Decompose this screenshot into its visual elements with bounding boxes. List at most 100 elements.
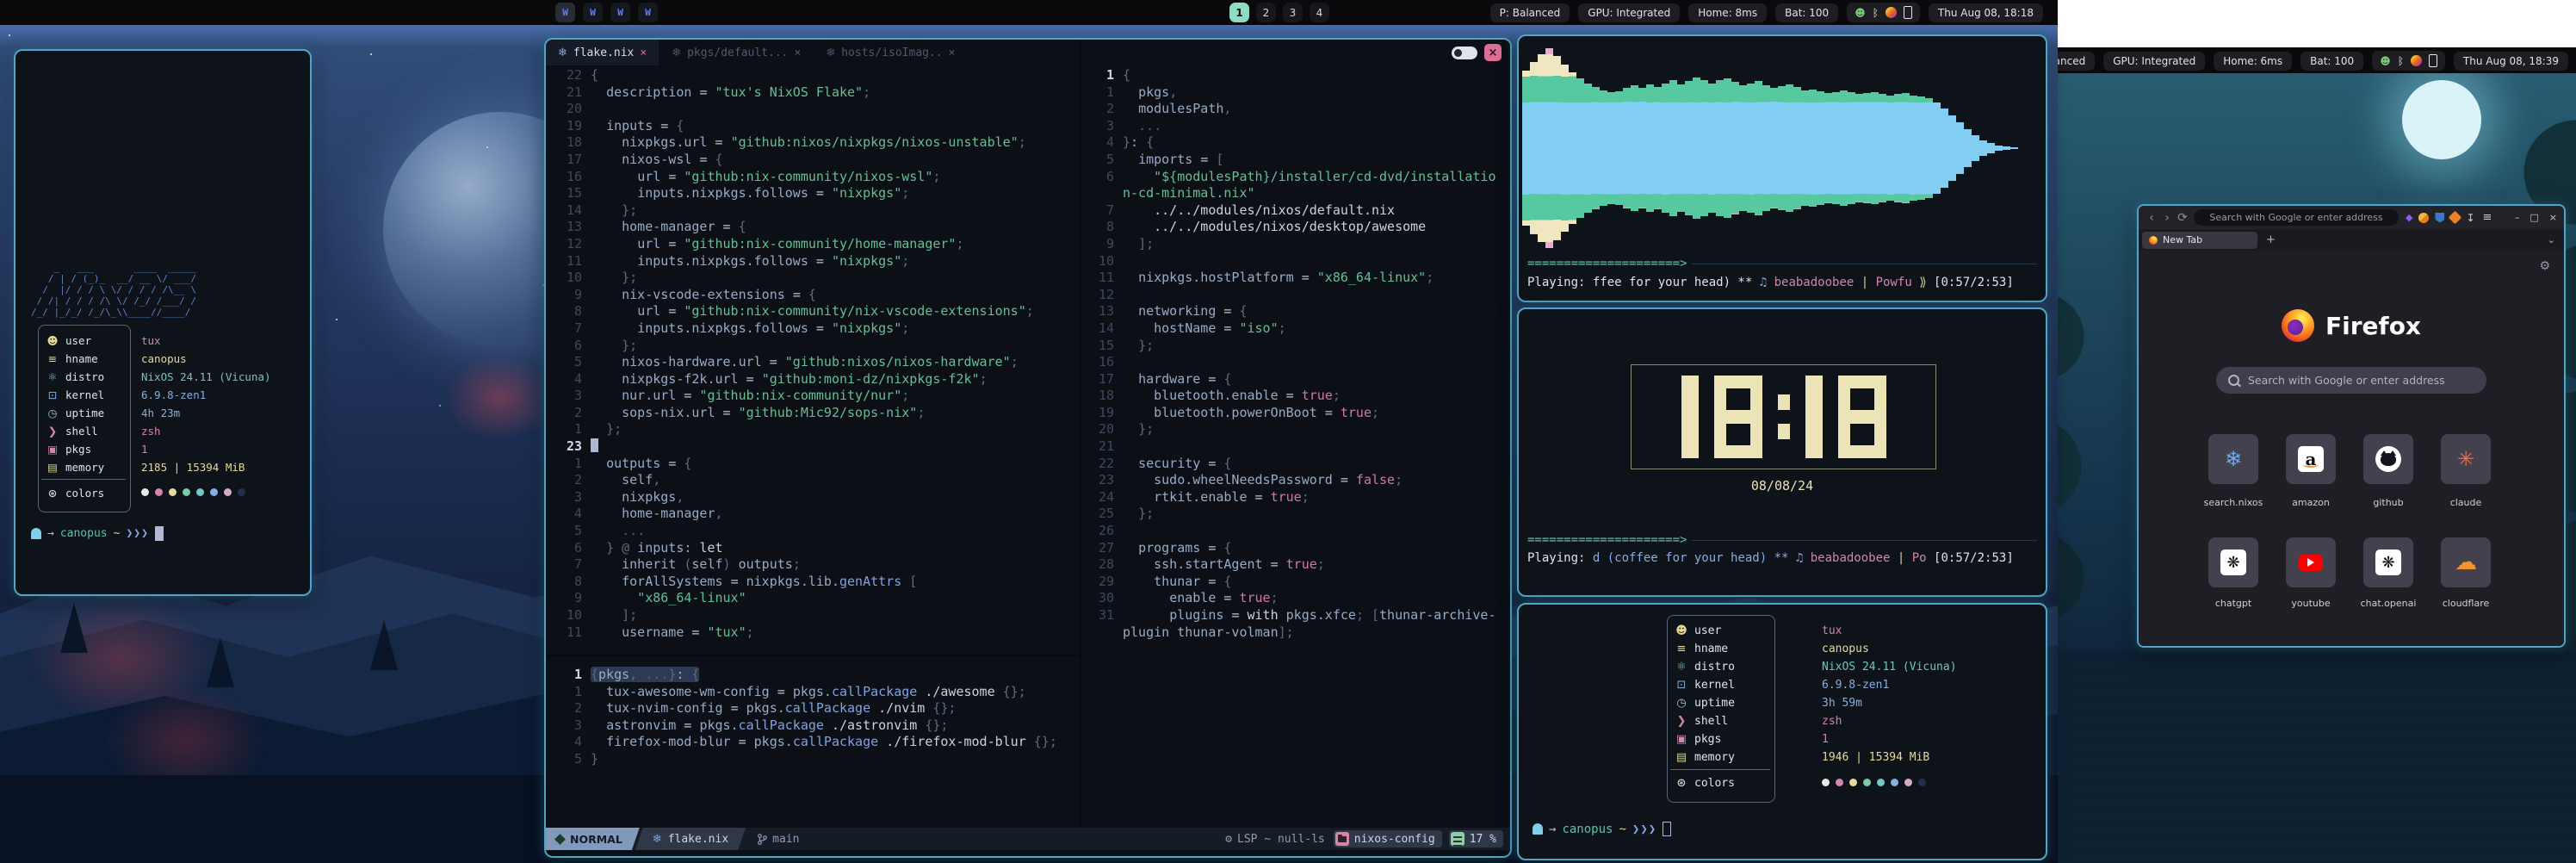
shortcut-tile-chat-openai[interactable]: ❋: [2363, 537, 2413, 587]
shell-prompt[interactable]: →canopus~❯❯❯: [1533, 822, 1671, 836]
digit-hole: [1850, 388, 1874, 410]
personalize-gear-icon[interactable]: ⚙: [2539, 259, 2550, 273]
taskbar-app-button[interactable]: W: [638, 3, 658, 22]
code-text: };: [591, 421, 622, 438]
phone-tray-icon[interactable]: [2429, 54, 2437, 67]
code-segment: nixos-hardware.url: [622, 354, 762, 369]
neovim-editor-window[interactable]: ❄flake.nix×❄pkgs/default...×❄hosts/isoIm…: [544, 38, 1512, 858]
tab-hosts-isoImag-[interactable]: ❄hosts/isoImag..×: [814, 40, 968, 65]
code-line: 9 nix-vscode-extensions = {: [551, 287, 1078, 304]
code-segment: [1310, 270, 1317, 285]
shortcut-tile-youtube[interactable]: [2286, 537, 2336, 587]
minimize-button[interactable]: –: [2515, 212, 2520, 223]
metamask-fox-icon[interactable]: [2449, 211, 2462, 225]
workspace-button-3[interactable]: 3: [1283, 3, 1303, 22]
close-button[interactable]: ×: [2549, 212, 2557, 223]
terminal-window-cava[interactable]: =====================> Playing: ffee for…: [1517, 34, 2047, 302]
fastfetch-shell-icon: ❯: [1674, 715, 1689, 728]
close-icon[interactable]: ×: [640, 47, 647, 59]
branch-label: main: [772, 833, 799, 846]
code-segment: ;: [917, 405, 925, 420]
code-segment: {: [1146, 134, 1154, 150]
list-all-tabs-chevron[interactable]: ⌄: [2548, 234, 2555, 245]
taskbar-app-button[interactable]: W: [583, 3, 603, 22]
reload-button[interactable]: ⟳: [2175, 211, 2190, 225]
hamburger-menu-button[interactable]: ≡: [2483, 211, 2492, 224]
penguin-tray-icon[interactable]: ☻: [2380, 56, 2391, 66]
code-segment: [723, 134, 731, 150]
fastfetch-row: ◷uptime: [45, 404, 104, 422]
fastfetch-value: tux: [141, 332, 161, 350]
media-tray-icon[interactable]: [1886, 7, 1897, 18]
taskbar-app-button[interactable]: W: [610, 3, 630, 22]
shortcut-tile-github[interactable]: [2363, 434, 2413, 484]
phone-tray-icon[interactable]: [1904, 6, 1912, 19]
maximize-button[interactable]: □: [2530, 212, 2538, 223]
terminal-window-clock[interactable]: 08/08/24 =====================> Playing:…: [1517, 307, 2047, 597]
firefox-window[interactable]: ‹ › ⟳ Search with Google or enter addres…: [2137, 204, 2566, 648]
forward-button[interactable]: ›: [2159, 211, 2175, 225]
shortcut-tile-amazon[interactable]: a: [2286, 434, 2336, 484]
code-text: firefox-mod-blur = pkgs.callPackage ./fi…: [591, 734, 1057, 751]
code-line: 5 ...: [551, 523, 1078, 540]
media-tray-icon[interactable]: [2411, 55, 2422, 66]
code-text: nixpkgs,: [591, 489, 684, 506]
terminal-window-fastfetch-left[interactable]: _ ___ ____ _____ / | / (_)_ __/ __ \/ __…: [14, 49, 312, 596]
search-input[interactable]: Search with Google or enter address: [2216, 367, 2486, 394]
code-segment: [770, 684, 777, 699]
code-line: 20: [551, 101, 1078, 118]
fastfetch-pkgs-icon: ▣: [45, 443, 60, 456]
shortcut-tile-chatgpt[interactable]: ❋: [2208, 537, 2258, 587]
code-text: username = "tux";: [591, 624, 754, 642]
fastfetch-row: ≡hname: [1674, 640, 1728, 658]
code-segment: pkgs.: [793, 684, 832, 699]
back-button[interactable]: ‹: [2144, 211, 2159, 225]
code-segment: [1123, 236, 1138, 251]
cwd-indicator: nixos-config: [1334, 830, 1442, 847]
penguin-tray-icon[interactable]: ☻: [1855, 8, 1866, 18]
workspace-button-1[interactable]: 1: [1229, 3, 1249, 22]
bluetooth-tray-icon[interactable]: ᛒ: [2398, 56, 2404, 66]
new-tab-button[interactable]: +: [2266, 233, 2276, 246]
import-icon[interactable]: ↧: [2466, 212, 2474, 224]
shortcut-tile-search-nixos[interactable]: ❄: [2208, 434, 2258, 484]
buffer-pin-toggle[interactable]: [1452, 47, 1477, 59]
workspace-button-2[interactable]: 2: [1256, 3, 1276, 22]
bluetooth-tray-icon[interactable]: ᛒ: [1873, 8, 1879, 18]
fastfetch-label: colors: [1694, 777, 1735, 790]
line-number: 6: [551, 540, 582, 557]
close-icon[interactable]: ×: [795, 47, 802, 59]
code-pane-flake-nix[interactable]: 22{21 description = "tux's NixOS Flake";…: [551, 67, 1078, 641]
code-text: "${modulesPath}/installer/cd-dvd/install…: [1123, 169, 1495, 186]
wallpaper-red-tree: [443, 355, 555, 441]
shortcut-tile-claude[interactable]: ✳: [2441, 434, 2491, 484]
vertical-split-divider[interactable]: [1080, 40, 1081, 830]
code-line: 8 forAllSystems = nixpkgs.lib.genAttrs [: [551, 574, 1078, 591]
filename-label: flake.nix: [668, 833, 728, 846]
fastfetch-row: ◷uptime: [1674, 694, 1735, 712]
url-bar[interactable]: Search with Google or enter address: [2194, 209, 2399, 226]
shell-prompt[interactable]: →canopus~❯❯❯: [31, 526, 164, 541]
tab-pkgs-default-[interactable]: ❄pkgs/default...×: [659, 40, 814, 65]
code-pane-iso-image[interactable]: 1{1 pkgs,2 modulesPath,3 ...4}: {5 impor…: [1083, 67, 1507, 641]
code-pane-pkgs-default[interactable]: 1{pkgs, ...}: {1 tux-awesome-wm-config =…: [551, 667, 1078, 768]
taskbar-app-button[interactable]: W: [555, 3, 575, 22]
ublock-shield-icon[interactable]: [2435, 213, 2444, 223]
workspace-button-4[interactable]: 4: [1310, 3, 1329, 22]
fastfetch-distro-icon: ⚛: [1674, 661, 1689, 674]
visualizer-bar: [1592, 87, 1600, 209]
line-number: 11: [551, 253, 582, 270]
code-segment: [591, 590, 637, 605]
shortcut-tile-cloudflare[interactable]: ☁: [2441, 537, 2491, 587]
fastfetch-row: ☻user: [45, 332, 91, 350]
tab-flake-nix[interactable]: ❄flake.nix×: [546, 40, 659, 65]
code-line: 16 url = "github:nix-community/nixos-wsl…: [551, 169, 1078, 186]
buffer-close-button[interactable]: ×: [1484, 44, 1502, 61]
close-icon[interactable]: ×: [949, 47, 956, 59]
color-dot: [1891, 779, 1898, 786]
terminal-window-fastfetch-right[interactable]: ☻usertux≡hnamecanopus⚛distroNixOS 24.11 …: [1517, 603, 2047, 860]
extension-icon-circle[interactable]: [2418, 213, 2429, 223]
tab-new-tab[interactable]: New Tab: [2142, 232, 2257, 249]
horizontal-split-divider[interactable]: [546, 655, 1080, 656]
extension-icon-purple[interactable]: ◆: [2406, 212, 2412, 223]
